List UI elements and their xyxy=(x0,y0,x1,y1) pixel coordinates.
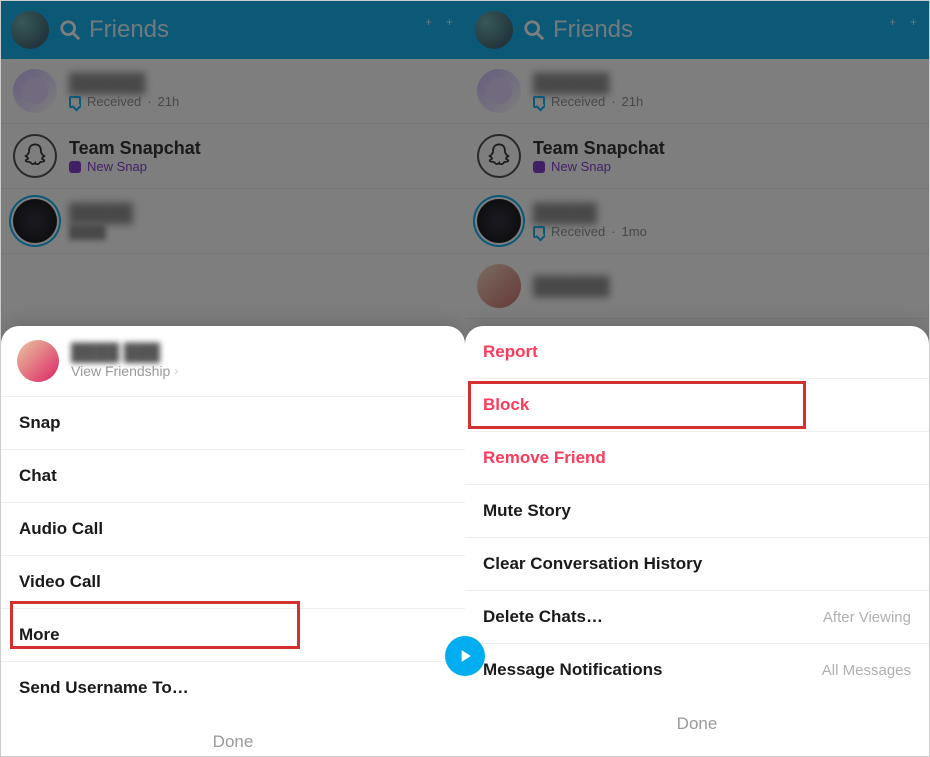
add-friend-icon[interactable]: + xyxy=(427,23,434,37)
page-title: Friends xyxy=(89,16,427,44)
view-friendship-link[interactable]: View Friendship › xyxy=(71,363,178,379)
friend-row[interactable]: █████ Received · 1mo xyxy=(465,189,929,254)
sheet-item-snap[interactable]: Snap xyxy=(1,397,465,450)
sheet-avatar xyxy=(17,340,59,382)
new-chat-icon[interactable]: + xyxy=(448,23,455,37)
received-chat-icon xyxy=(533,226,545,238)
friend-name: Team Snapchat xyxy=(69,138,201,159)
sheet-item-report[interactable]: Report xyxy=(465,326,929,379)
received-chat-icon xyxy=(533,96,545,108)
chevron-right-icon: › xyxy=(174,364,178,378)
action-sheet-more: Report Block Remove Friend Mute Story Cl… xyxy=(465,326,929,756)
sheet-item-delete-chats[interactable]: Delete Chats… After Viewing xyxy=(465,591,929,644)
friend-name: █████ xyxy=(533,203,647,224)
add-friend-icon[interactable]: + xyxy=(891,23,898,37)
friend-row[interactable]: ██████ Received · 21h xyxy=(465,59,929,124)
sheet-item-mute-story[interactable]: Mute Story xyxy=(465,485,929,538)
next-arrow-icon[interactable] xyxy=(445,636,485,676)
header: Friends + + xyxy=(465,1,929,59)
friend-time: 21h xyxy=(158,94,180,109)
received-chat-icon xyxy=(69,96,81,108)
sheet-item-clear-history[interactable]: Clear Conversation History xyxy=(465,538,929,591)
friend-avatar xyxy=(13,69,57,113)
friend-time: 21h xyxy=(622,94,644,109)
friend-row[interactable]: Team Snapchat New Snap xyxy=(1,124,465,189)
sheet-item-remove-friend[interactable]: Remove Friend xyxy=(465,432,929,485)
sheet-item-send-username[interactable]: Send Username To… xyxy=(1,662,465,714)
friend-avatar xyxy=(477,69,521,113)
action-sheet: ████ ███ View Friendship › Snap Chat Aud… xyxy=(1,326,465,756)
sheet-item-audio-call[interactable]: Audio Call xyxy=(1,503,465,556)
profile-avatar[interactable] xyxy=(11,11,49,49)
friend-row[interactable]: █████ ████ xyxy=(1,189,465,254)
friend-row[interactable]: Team Snapchat New Snap xyxy=(465,124,929,189)
sheet-item-chat[interactable]: Chat xyxy=(1,450,465,503)
pane-right: Friends + + ██████ Received · xyxy=(465,1,929,756)
friend-status: Received xyxy=(551,94,605,109)
done-button[interactable]: Done xyxy=(465,696,929,752)
friend-avatar xyxy=(477,264,521,308)
friend-time: 1mo xyxy=(622,224,647,239)
friend-name: █████ xyxy=(69,203,133,224)
new-chat-icon[interactable]: + xyxy=(912,23,919,37)
sheet-item-more[interactable]: More xyxy=(1,609,465,662)
search-icon[interactable] xyxy=(523,19,545,41)
sheet-profile-name: ████ ███ xyxy=(71,343,178,363)
friend-status: Received xyxy=(551,224,605,239)
sheet-item-video-call[interactable]: Video Call xyxy=(1,556,465,609)
new-snap-icon xyxy=(533,161,545,173)
friend-name: ██████ xyxy=(69,73,179,94)
new-snap-icon xyxy=(69,161,81,173)
friend-avatar-ghost xyxy=(477,134,521,178)
friend-status: New Snap xyxy=(551,159,611,174)
header: Friends + + xyxy=(1,1,465,59)
page-title: Friends xyxy=(553,16,891,44)
sheet-item-message-notifications[interactable]: Message Notifications All Messages xyxy=(465,644,929,696)
friend-avatar-story xyxy=(13,199,57,243)
profile-avatar[interactable] xyxy=(475,11,513,49)
friend-name: ██████ xyxy=(533,73,643,94)
delete-chats-value: After Viewing xyxy=(823,609,911,626)
friend-status: New Snap xyxy=(87,159,147,174)
friend-status: Received xyxy=(87,94,141,109)
friend-row[interactable]: ██████ xyxy=(465,254,929,319)
search-icon[interactable] xyxy=(59,19,81,41)
sheet-item-block[interactable]: Block xyxy=(465,379,929,432)
friend-avatar-story xyxy=(477,199,521,243)
notifications-value: All Messages xyxy=(822,662,911,679)
sheet-profile-row[interactable]: ████ ███ View Friendship › xyxy=(1,326,465,397)
pane-left: Friends + + ██████ Received · xyxy=(1,1,465,756)
friend-row[interactable]: ██████ Received · 21h xyxy=(1,59,465,124)
done-button[interactable]: Done xyxy=(1,714,465,756)
friend-avatar-ghost xyxy=(13,134,57,178)
friend-name: ██████ xyxy=(533,276,610,297)
friend-name: Team Snapchat xyxy=(533,138,665,159)
